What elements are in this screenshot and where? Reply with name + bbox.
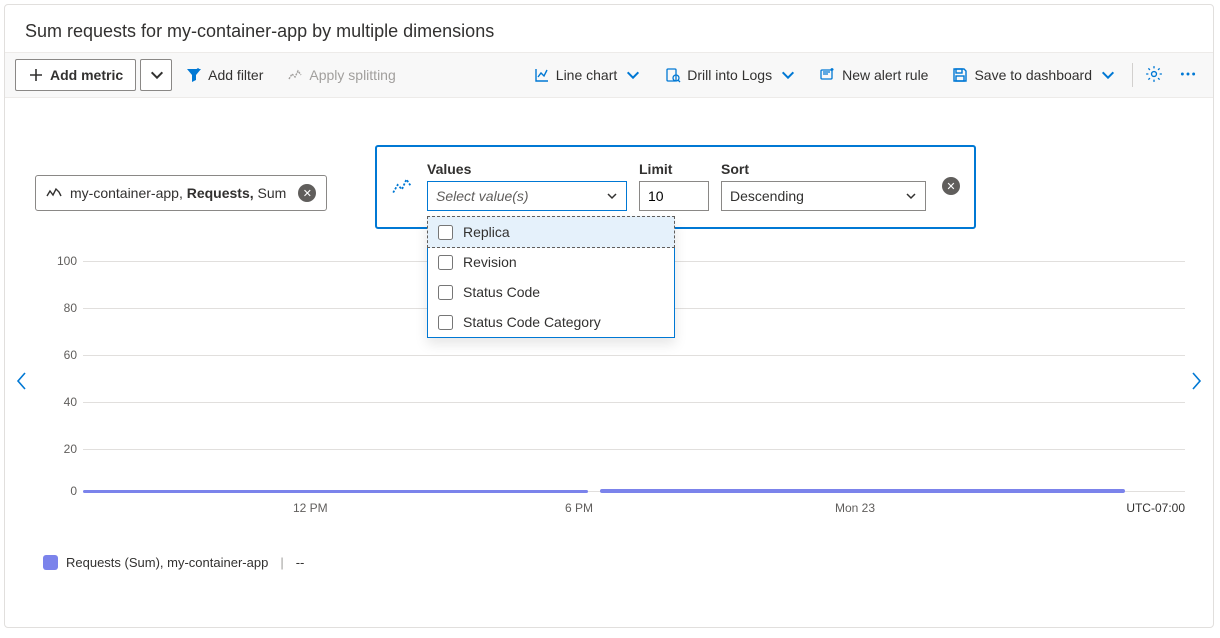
remove-metric-icon[interactable]: ✕ bbox=[298, 184, 316, 202]
series-line bbox=[83, 490, 588, 493]
save-dashboard-label: Save to dashboard bbox=[974, 67, 1092, 83]
next-chart-icon[interactable] bbox=[1185, 367, 1207, 401]
settings-icon[interactable] bbox=[1139, 59, 1169, 92]
limit-label: Limit bbox=[639, 161, 709, 177]
save-dashboard-button[interactable]: Save to dashboard bbox=[942, 61, 1126, 89]
checkbox[interactable] bbox=[438, 225, 453, 240]
timezone-label: UTC-07:00 bbox=[1126, 501, 1185, 515]
chip-metric: Requests, bbox=[187, 185, 258, 201]
option-label: Revision bbox=[463, 254, 517, 270]
y-tick: 80 bbox=[51, 301, 77, 315]
y-tick: 100 bbox=[51, 254, 77, 268]
add-filter-label: Add filter bbox=[208, 67, 263, 83]
legend-value: -- bbox=[296, 555, 305, 570]
add-filter-button[interactable]: Add filter bbox=[176, 61, 273, 89]
checkbox[interactable] bbox=[438, 285, 453, 300]
chevron-down-icon bbox=[905, 190, 917, 202]
splitting-panel: Values Select value(s) Replica Revision … bbox=[375, 145, 976, 229]
apply-splitting-label: Apply splitting bbox=[309, 67, 395, 83]
option-revision[interactable]: Revision bbox=[428, 247, 674, 277]
drill-logs-label: Drill into Logs bbox=[687, 67, 772, 83]
line-chart-label: Line chart bbox=[556, 67, 617, 83]
new-alert-label: New alert rule bbox=[842, 67, 928, 83]
legend-swatch bbox=[43, 555, 58, 570]
y-tick: 0 bbox=[51, 484, 77, 498]
separator bbox=[1132, 63, 1133, 87]
x-tick: 12 PM bbox=[293, 501, 328, 515]
splitting-icon bbox=[287, 67, 303, 83]
sort-label: Sort bbox=[721, 161, 926, 177]
split-panel-icon bbox=[391, 175, 413, 197]
plus-icon bbox=[28, 67, 44, 83]
more-icon[interactable] bbox=[1173, 59, 1203, 92]
sparkline-icon bbox=[46, 187, 62, 199]
metric-chip[interactable]: my-container-app, Requests, Sum ✕ bbox=[35, 175, 327, 211]
values-label: Values bbox=[427, 161, 627, 177]
y-tick: 40 bbox=[51, 395, 77, 409]
option-label: Replica bbox=[463, 224, 510, 240]
chip-resource: my-container-app, bbox=[70, 185, 187, 201]
x-tick: Mon 23 bbox=[835, 501, 875, 515]
limit-input[interactable] bbox=[639, 181, 709, 211]
line-chart-button[interactable]: Line chart bbox=[524, 61, 651, 89]
drill-logs-button[interactable]: Drill into Logs bbox=[655, 61, 806, 89]
y-tick: 60 bbox=[51, 348, 77, 362]
y-tick: 20 bbox=[51, 442, 77, 456]
checkbox[interactable] bbox=[438, 315, 453, 330]
save-icon bbox=[952, 67, 968, 83]
option-status-code[interactable]: Status Code bbox=[428, 277, 674, 307]
page-title: Sum requests for my-container-app by mul… bbox=[25, 21, 494, 42]
x-tick: 6 PM bbox=[565, 501, 593, 515]
alert-icon bbox=[820, 67, 836, 83]
legend-label: Requests (Sum), my-container-app bbox=[66, 555, 268, 570]
add-metric-button[interactable]: Add metric bbox=[15, 59, 136, 91]
logs-icon bbox=[665, 67, 681, 83]
chip-agg: Sum bbox=[258, 185, 287, 201]
sort-value: Descending bbox=[730, 188, 804, 204]
values-select[interactable]: Select value(s) bbox=[427, 181, 627, 211]
option-label: Status Code Category bbox=[463, 314, 601, 330]
sort-select[interactable]: Descending bbox=[721, 181, 926, 211]
prev-chart-icon[interactable] bbox=[11, 367, 33, 401]
legend: Requests (Sum), my-container-app | -- bbox=[43, 555, 304, 570]
checkbox[interactable] bbox=[438, 255, 453, 270]
add-metric-label: Add metric bbox=[50, 67, 123, 83]
chevron-down-icon bbox=[606, 190, 618, 202]
remove-split-icon[interactable]: ✕ bbox=[942, 177, 960, 195]
values-placeholder: Select value(s) bbox=[436, 188, 529, 204]
new-alert-button[interactable]: New alert rule bbox=[810, 61, 938, 89]
option-label: Status Code bbox=[463, 284, 540, 300]
values-dropdown: Replica Revision Status Code Status Code… bbox=[427, 217, 675, 338]
filter-icon bbox=[186, 67, 202, 83]
toolbar: Add metric Add filter Apply splitting Li… bbox=[5, 52, 1213, 98]
option-status-code-category[interactable]: Status Code Category bbox=[428, 307, 674, 337]
option-replica[interactable]: Replica bbox=[427, 216, 675, 248]
series-line bbox=[600, 489, 1125, 493]
add-metric-dropdown-button[interactable] bbox=[140, 59, 172, 91]
chart-icon bbox=[534, 67, 550, 83]
apply-splitting-button: Apply splitting bbox=[277, 61, 405, 89]
